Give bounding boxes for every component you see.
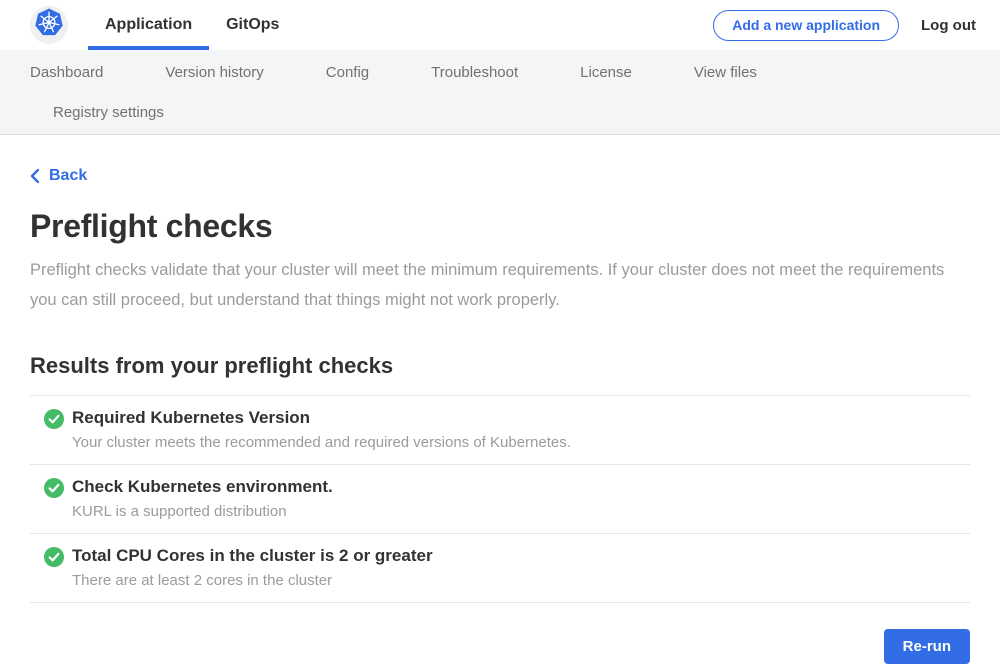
check-message: Your cluster meets the recommended and r… xyxy=(72,434,970,452)
footer-actions: Re-run xyxy=(30,603,970,664)
app-subnav: Dashboard Version history Config Trouble… xyxy=(0,50,1000,135)
add-application-button[interactable]: Add a new application xyxy=(713,10,899,41)
rerun-button[interactable]: Re-run xyxy=(884,629,970,664)
check-message: KURL is a supported distribution xyxy=(72,503,970,521)
check-message: There are at least 2 cores in the cluste… xyxy=(72,572,970,590)
check-title: Required Kubernetes Version xyxy=(72,407,970,428)
subnav-item-version-history[interactable]: Version history xyxy=(165,64,263,81)
header-tabs: Application GitOps xyxy=(88,0,296,50)
check-item-cpu-cores: Total CPU Cores in the cluster is 2 or g… xyxy=(30,534,970,603)
main-content: Back Preflight checks Preflight checks v… xyxy=(0,135,1000,664)
check-item-kubernetes-environment: Check Kubernetes environment. KURL is a … xyxy=(30,465,970,534)
check-pass-icon xyxy=(44,547,64,572)
chevron-left-icon xyxy=(30,169,39,183)
back-label: Back xyxy=(49,167,87,185)
page-description: Preflight checks validate that your clus… xyxy=(30,255,970,315)
logout-link[interactable]: Log out xyxy=(921,17,976,34)
kubernetes-logo-icon xyxy=(34,8,64,43)
results-heading: Results from your preflight checks xyxy=(30,353,970,379)
subnav-item-license[interactable]: License xyxy=(580,64,632,81)
check-title: Total CPU Cores in the cluster is 2 or g… xyxy=(72,545,970,566)
subnav-row-1: Dashboard Version history Config Trouble… xyxy=(30,52,970,92)
page-title: Preflight checks xyxy=(30,208,970,245)
subnav-row-2: Registry settings xyxy=(30,92,970,132)
subnav-item-config[interactable]: Config xyxy=(326,64,369,81)
check-pass-icon xyxy=(44,409,64,434)
subnav-item-view-files[interactable]: View files xyxy=(694,64,757,81)
tab-gitops[interactable]: GitOps xyxy=(209,0,296,50)
kubernetes-logo xyxy=(30,6,68,44)
check-title: Check Kubernetes environment. xyxy=(72,476,970,497)
check-item-kubernetes-version: Required Kubernetes Version Your cluster… xyxy=(30,396,970,465)
preflight-results-list: Required Kubernetes Version Your cluster… xyxy=(30,395,970,603)
back-link[interactable]: Back xyxy=(30,167,87,185)
top-header: Application GitOps Add a new application… xyxy=(0,0,1000,50)
tab-application[interactable]: Application xyxy=(88,0,209,50)
header-right: Add a new application Log out xyxy=(713,10,976,41)
check-pass-icon xyxy=(44,478,64,503)
subnav-item-registry-settings[interactable]: Registry settings xyxy=(53,104,164,121)
subnav-item-troubleshoot[interactable]: Troubleshoot xyxy=(431,64,518,81)
subnav-item-dashboard[interactable]: Dashboard xyxy=(30,64,103,81)
